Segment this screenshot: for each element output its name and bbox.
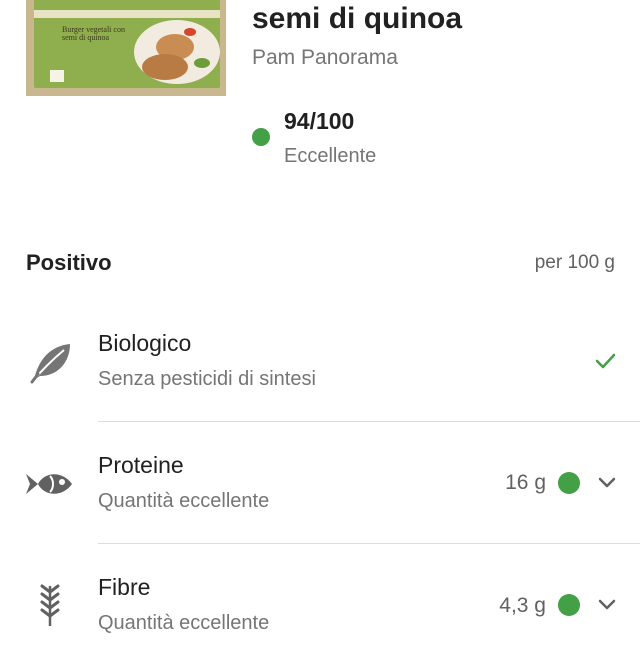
list-item-proteine[interactable]: Proteine Quantità eccellente 16 g (0, 422, 640, 544)
list-item-fibre[interactable]: Fibre Quantità eccellente 4,3 g (0, 544, 640, 666)
chevron-down-icon[interactable] (596, 594, 618, 616)
wheat-icon (40, 584, 60, 626)
section-title: Positivo (26, 250, 112, 275)
section-unit: per 100 g (534, 252, 615, 273)
item-value: 4,3 g (499, 594, 546, 617)
quality-dot (558, 472, 580, 494)
product-package: Burger vegetali con semi di quinoa (34, 0, 220, 88)
score-indicator-dot (252, 128, 270, 146)
check-icon (595, 353, 616, 369)
list-item-biologico[interactable]: Biologico Senza pesticidi di sintesi (0, 300, 640, 422)
product-brand: Pam Panorama (252, 46, 398, 69)
item-subtitle: Quantità eccellente (98, 612, 270, 634)
score-label: Eccellente (284, 145, 377, 167)
chevron-down-icon[interactable] (596, 472, 618, 494)
score-value: 94/100 (284, 108, 355, 134)
package-label: Burger vegetali con semi di quinoa (62, 25, 125, 42)
item-subtitle: Senza pesticidi di sintesi (98, 368, 316, 390)
item-subtitle: Quantità eccellente (98, 490, 270, 512)
item-value: 16 g (505, 471, 546, 494)
quality-dot (558, 594, 580, 616)
item-title: Fibre (98, 574, 151, 600)
leaf-icon (30, 344, 70, 384)
product-image[interactable]: Burger vegetali con semi di quinoa (26, 0, 226, 96)
fish-icon (26, 474, 72, 494)
item-title: Biologico (98, 330, 192, 356)
item-title: Proteine (98, 452, 184, 478)
product-name: semi di quinoa (252, 2, 463, 35)
